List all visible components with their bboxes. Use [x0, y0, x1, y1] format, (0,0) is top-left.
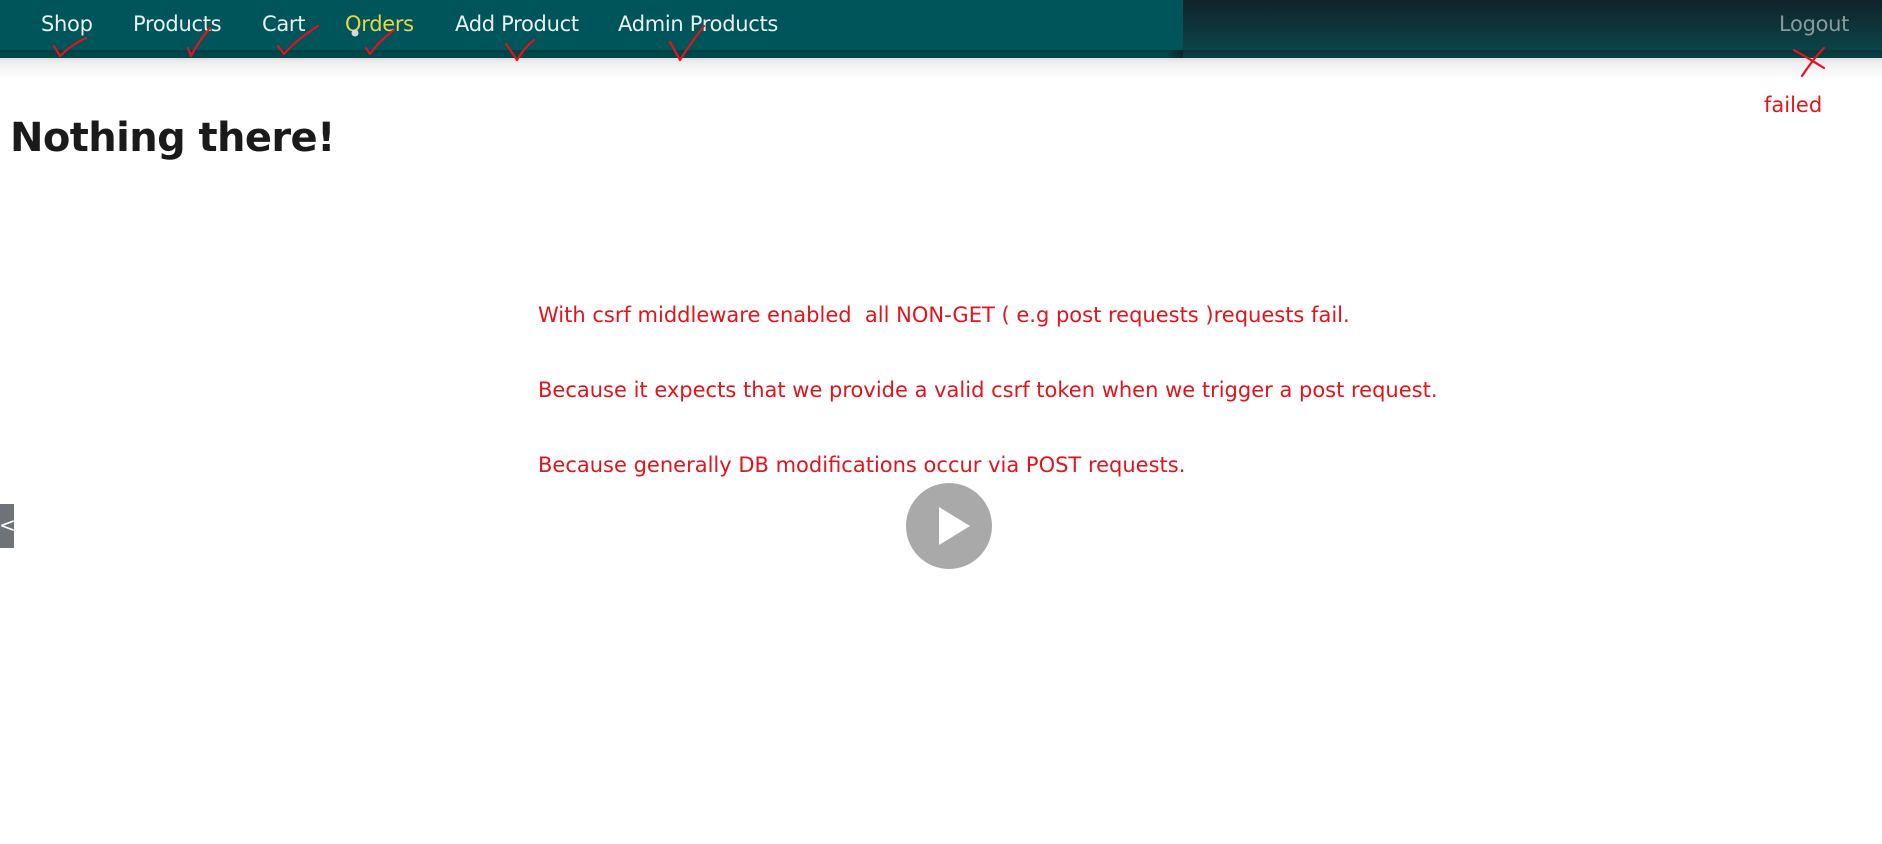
mouse-cursor-icon	[351, 29, 359, 37]
checkmark-icon	[364, 28, 396, 56]
checkmark-icon	[276, 24, 320, 56]
checkmark-icon	[52, 36, 88, 58]
play-button[interactable]	[906, 483, 992, 569]
checkmark-icon	[504, 38, 536, 62]
cross-icon	[1792, 46, 1826, 78]
failed-annotation: failed	[1764, 93, 1823, 117]
nav-item-logout[interactable]: Logout	[1779, 10, 1849, 38]
page-title: Nothing there!	[10, 115, 335, 161]
note-line: With csrf middleware enabled all NON-GET…	[538, 303, 1350, 327]
play-icon	[939, 507, 970, 545]
chevron-left-icon: <	[0, 513, 16, 537]
checkmark-icon	[186, 26, 212, 58]
side-panel-toggle[interactable]: <	[0, 504, 16, 548]
note-line: Because generally DB modifications occur…	[538, 453, 1186, 477]
note-line: Because it expects that we provide a val…	[538, 378, 1438, 402]
checkmark-icon	[668, 24, 706, 62]
csrf-note: With csrf middleware enabled all NON-GET…	[538, 253, 1518, 503]
